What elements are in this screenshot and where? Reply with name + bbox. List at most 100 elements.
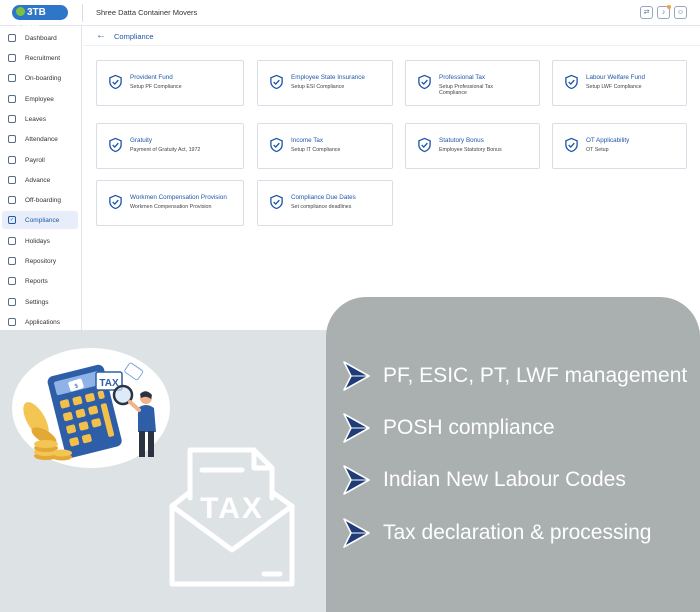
card-title: Workmen Compensation Provision <box>130 194 227 201</box>
sidebar-item-repository[interactable]: Repository <box>2 252 78 270</box>
sidebar-item-label: Repository <box>25 257 57 265</box>
shield-check-icon <box>270 194 283 210</box>
switch-icon[interactable]: ⇄ <box>640 6 653 19</box>
divider <box>83 45 700 46</box>
card-subtitle: Workmen Compensation Provision <box>130 204 212 210</box>
card-title: Statutory Bonus <box>439 137 484 144</box>
sidebar-item-onboarding[interactable]: On-boarding <box>2 69 78 87</box>
card-labour-welfare-fund[interactable]: Labour Welfare Fund Setup LWF Compliance <box>552 60 687 106</box>
feature-text: PF, ESIC, PT, LWF management <box>383 364 688 387</box>
chevron-right-icon <box>343 518 370 548</box>
settings-icon <box>8 298 16 306</box>
card-title: Labour Welfare Fund <box>586 74 646 81</box>
sidebar-item-label: Compliance <box>25 216 60 224</box>
shield-check-icon <box>109 137 122 153</box>
sidebar-item-compliance[interactable]: ✓ Compliance <box>2 211 78 229</box>
page-title: Compliance <box>114 32 154 41</box>
tax-calculator-illustration: $ TAX <box>23 362 156 461</box>
card-title: Employee State Insurance <box>291 74 365 81</box>
sidebar-item-settings[interactable]: Settings <box>2 293 78 311</box>
sidebar-item-offboarding[interactable]: Off-boarding <box>2 191 78 209</box>
payroll-icon <box>8 156 16 164</box>
sidebar-item-attendance[interactable]: Attendance <box>2 130 78 148</box>
card-title: Provident Fund <box>130 74 173 81</box>
sidebar-item-label: On-boarding <box>25 74 62 82</box>
back-arrow-icon[interactable]: ← <box>96 30 106 41</box>
card-title: Income Tax <box>291 137 324 144</box>
sidebar-item-label: Settings <box>25 298 49 306</box>
shield-check-icon <box>565 74 578 90</box>
shield-check-icon <box>270 137 283 153</box>
sidebar-item-payroll[interactable]: Payroll <box>2 151 78 169</box>
app-window: 3TB Start Shree Datta Container Movers ⇄… <box>0 0 700 330</box>
sidebar-item-label: Reports <box>25 277 48 285</box>
card-subtitle: Payment of Gratuity Act, 1972 <box>130 147 201 153</box>
card-subtitle: Set compliance deadlines <box>291 204 352 210</box>
feature-text: POSH compliance <box>383 416 555 439</box>
chevron-right-icon <box>343 413 370 443</box>
feature-text: Indian New Labour Codes <box>383 468 626 491</box>
shield-check-icon <box>418 137 431 153</box>
holidays-icon <box>8 237 16 245</box>
card-compliance-due-dates[interactable]: Compliance Due Dates Set compliance dead… <box>257 180 393 226</box>
card-subtitle: Employee Statutory Bonus <box>439 147 502 153</box>
card-subtitle: Setup Professional Tax Compliance <box>439 84 494 96</box>
sidebar-item-reports[interactable]: Reports <box>2 272 78 290</box>
sidebar-item-label: Dashboard <box>25 34 57 42</box>
card-ot-applicability[interactable]: OT Applicability OT Setup <box>552 123 687 169</box>
sidebar-item-leaves[interactable]: Leaves <box>2 110 78 128</box>
card-gratuity[interactable]: Gratuity Payment of Gratuity Act, 1972 <box>96 123 244 169</box>
card-title: Gratuity <box>130 137 153 144</box>
card-subtitle: Setup LWF Compliance <box>586 84 642 90</box>
app-logo[interactable]: 3TB Start <box>12 5 68 33</box>
user-icon[interactable]: ☺ <box>674 6 687 19</box>
sidebar-item-applications[interactable]: Applications <box>2 313 78 330</box>
sidebar-item-recruitment[interactable]: Recruitment <box>2 49 78 67</box>
card-title: Professional Tax <box>439 74 486 81</box>
feature-item: PF, ESIC, PT, LWF management <box>341 359 687 393</box>
sidebar-item-label: Off-boarding <box>25 196 62 204</box>
compliance-icon: ✓ <box>8 216 16 224</box>
card-subtitle: OT Setup <box>586 147 609 153</box>
sidebar-item-label: Attendance <box>25 135 58 143</box>
sidebar-item-holidays[interactable]: Holidays <box>2 232 78 250</box>
card-statutory-bonus[interactable]: Statutory Bonus Employee Statutory Bonus <box>405 123 540 169</box>
shield-check-icon <box>109 194 122 210</box>
repository-icon <box>8 257 16 265</box>
card-title: Compliance Due Dates <box>291 194 356 201</box>
sidebar-item-label: Payroll <box>25 156 45 164</box>
sidebar-item-employee[interactable]: Employee <box>2 90 78 108</box>
tax-envelope-icon: TAX <box>169 447 295 587</box>
sidebar-item-label: Leaves <box>25 115 46 123</box>
leaves-icon <box>8 115 16 123</box>
sidebar-item-dashboard[interactable]: Dashboard <box>2 29 78 47</box>
employee-icon <box>8 95 16 103</box>
dashboard-icon <box>8 34 16 42</box>
feature-item: POSH compliance <box>341 411 555 445</box>
sidebar-item-advance[interactable]: Advance <box>2 171 78 189</box>
envelope-tax-label: TAX <box>200 492 264 525</box>
calculator-tax-label: TAX <box>99 378 119 389</box>
sidebar-item-label: Applications <box>25 318 61 326</box>
shield-check-icon <box>270 74 283 90</box>
sidebar-item-label: Employee <box>25 95 54 103</box>
card-subtitle: Setup IT Compliance <box>291 147 341 153</box>
card-employee-state-insurance[interactable]: Employee State Insurance Setup ESI Compl… <box>257 60 393 106</box>
reports-icon <box>8 277 16 285</box>
offboarding-icon <box>8 196 16 204</box>
card-provident-fund[interactable]: Provident Fund Setup PF Compliance <box>96 60 244 106</box>
attendance-icon <box>8 135 16 143</box>
bell-icon[interactable]: ♪ <box>657 5 671 19</box>
sidebar: Dashboard Recruitment On-boarding Employ… <box>0 26 82 330</box>
onboarding-icon <box>8 74 16 82</box>
advance-icon <box>8 176 16 184</box>
recruitment-icon <box>8 54 16 62</box>
card-professional-tax[interactable]: Professional Tax Setup Professional Tax … <box>405 60 540 106</box>
card-subtitle: Setup PF Compliance <box>130 84 182 90</box>
applications-icon <box>8 318 16 326</box>
card-workmen-compensation[interactable]: Workmen Compensation Provision Workmen C… <box>96 180 244 226</box>
top-bar: 3TB Start Shree Datta Container Movers ⇄… <box>0 0 700 33</box>
card-income-tax[interactable]: Income Tax Setup IT Compliance <box>257 123 393 169</box>
feature-item: Indian New Labour Codes <box>341 463 626 497</box>
card-subtitle: Setup ESI Compliance <box>291 84 345 90</box>
